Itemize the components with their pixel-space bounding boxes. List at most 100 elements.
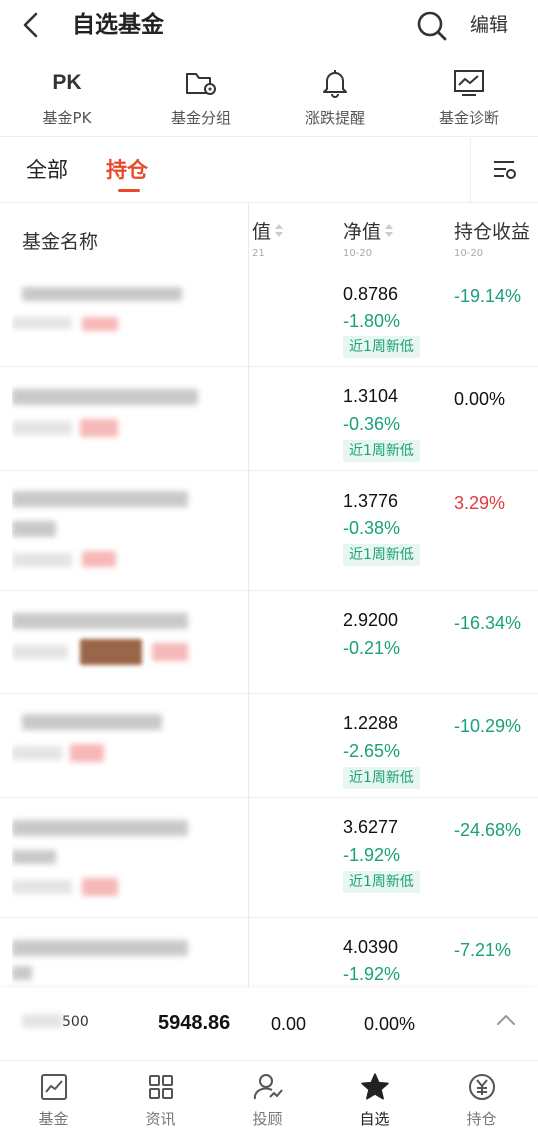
page-title: 自选基金: [72, 12, 164, 38]
nav-holdings[interactable]: 持仓: [428, 1061, 535, 1134]
sort-icon: [385, 223, 394, 238]
column-header-profit-label: 持仓收益: [454, 221, 531, 243]
column-header-profit-date: 10-20: [454, 248, 484, 259]
yen-icon: [468, 1074, 495, 1100]
grid-icon: [148, 1075, 173, 1099]
folder-settings-icon: [184, 68, 218, 98]
fund-name-redacted: [12, 798, 212, 917]
table-row[interactable]: 2.9200 -0.21% -16.34%: [0, 591, 538, 694]
chart-line-icon: [40, 1074, 67, 1100]
nav-change: -2.65%: [343, 741, 401, 761]
search-icon: [417, 11, 447, 41]
new-low-badge: 近1周新低: [343, 336, 420, 358]
holding-profit: -10.29%: [454, 716, 522, 736]
nav-change: -1.92%: [343, 845, 401, 865]
bell-icon: [318, 68, 352, 98]
nav-fund-label: 基金: [38, 1110, 69, 1128]
fund-name-redacted: [12, 591, 212, 693]
collapse-button[interactable]: [490, 1004, 522, 1036]
holding-profit: 0.00%: [454, 389, 506, 409]
nav-change: -1.92%: [343, 964, 401, 984]
nav-value: 1.3776: [343, 491, 399, 511]
column-header-partial[interactable]: 值 21: [252, 219, 284, 261]
fund-name-redacted: [12, 277, 212, 366]
nav-watchlist[interactable]: 自选: [321, 1061, 428, 1134]
fund-pk-button[interactable]: PK 基金PK: [0, 60, 134, 136]
table-row[interactable]: 4.0390 -1.92% -7.21%: [0, 918, 538, 988]
tab-holdings[interactable]: 持仓: [106, 156, 148, 184]
fund-diagnosis-label: 基金诊断: [438, 109, 499, 127]
nav-holdings-label: 持仓: [466, 1110, 497, 1128]
fund-name-redacted: [12, 694, 212, 797]
column-header-nav-date: 10-20: [343, 248, 373, 259]
summary-label-redacted: [22, 1014, 62, 1028]
nav-advisor-label: 投顾: [252, 1110, 283, 1128]
summary-label: 500: [22, 1014, 89, 1030]
nav-change: -0.38%: [343, 518, 401, 538]
table-row[interactable]: 0.8786 -1.80% 近1周新低 -19.14%: [0, 277, 538, 367]
chart-diagnosis-icon: [452, 68, 486, 98]
nav-news[interactable]: 资讯: [107, 1061, 214, 1134]
bottom-navigation: 基金 资讯 投顾 自选 持仓: [0, 1060, 538, 1134]
nav-change: -0.21%: [343, 638, 401, 658]
nav-change: -1.80%: [343, 311, 401, 331]
fund-group-button[interactable]: 基金分组: [134, 60, 268, 136]
nav-value: 3.6277: [343, 817, 399, 837]
summary-profit: 0.00: [271, 1014, 307, 1034]
column-header-nav[interactable]: 净值 10-20: [343, 219, 394, 261]
new-low-badge: 近1周新低: [343, 440, 420, 462]
nav-value: 4.0390: [343, 937, 399, 957]
fund-group-label: 基金分组: [170, 109, 231, 127]
table-row[interactable]: 1.3776 -0.38% 近1周新低 3.29%: [0, 471, 538, 591]
active-tab-indicator: [118, 189, 140, 192]
holding-profit: -7.21%: [454, 940, 512, 960]
column-header-name: 基金名称: [22, 231, 99, 253]
fund-pk-label: 基金PK: [42, 109, 92, 127]
nav-value: 1.3104: [343, 386, 399, 406]
table-row[interactable]: 1.3104 -0.36% 近1周新低 0.00%: [0, 367, 538, 471]
column-header-partial-label: 值: [252, 221, 272, 243]
tab-all[interactable]: 全部: [26, 156, 68, 184]
sort-icon: [275, 223, 284, 238]
nav-value: 2.9200: [343, 610, 399, 630]
summary-rate: 0.00%: [364, 1014, 416, 1034]
tab-bar: 全部 持仓: [0, 138, 538, 202]
chevron-up-icon: [497, 1015, 515, 1025]
divider: [0, 136, 538, 137]
advisor-icon: [253, 1074, 283, 1100]
new-low-badge: 近1周新低: [343, 544, 420, 566]
nav-change: -0.36%: [343, 414, 401, 434]
holding-profit: -24.68%: [454, 820, 522, 840]
nav-watchlist-label: 自选: [359, 1110, 390, 1128]
holding-profit: 3.29%: [454, 493, 506, 513]
nav-value: 1.2288: [343, 713, 399, 733]
tool-bar: PK 基金PK 基金分组 涨跌提醒 基金诊断: [0, 60, 538, 136]
fund-diagnosis-button[interactable]: 基金诊断: [402, 60, 536, 136]
edit-button[interactable]: 编辑: [470, 12, 508, 38]
column-settings-icon: [493, 161, 516, 179]
column-header-profit[interactable]: 持仓收益 10-20: [454, 219, 530, 261]
column-header-partial-date: 21: [252, 248, 265, 259]
table-row[interactable]: 1.2288 -2.65% 近1周新低 -10.29%: [0, 694, 538, 798]
new-low-badge: 近1周新低: [343, 871, 420, 893]
back-arrow-icon: [23, 12, 38, 38]
nav-advisor[interactable]: 投顾: [214, 1061, 321, 1134]
table-row[interactable]: 3.6277 -1.92% 近1周新低 -24.68%: [0, 798, 538, 918]
app-header: 自选基金 编辑: [0, 0, 538, 50]
search-button[interactable]: [412, 6, 452, 46]
nav-news-label: 资讯: [145, 1110, 176, 1128]
price-alert-button[interactable]: 涨跌提醒: [268, 60, 402, 136]
fund-name-redacted: [12, 918, 212, 988]
column-settings-button[interactable]: [470, 138, 538, 202]
nav-fund[interactable]: 基金: [0, 1061, 107, 1134]
holding-profit: -16.34%: [454, 613, 522, 633]
pk-icon: PK: [52, 71, 82, 94]
holdings-summary-bar: 500 5948.86 0.00 0.00%: [0, 988, 538, 1060]
star-icon: [360, 1073, 389, 1100]
back-button[interactable]: [14, 8, 50, 44]
summary-amount: 5948.86: [158, 1012, 231, 1034]
new-low-badge: 近1周新低: [343, 767, 420, 789]
fund-name-redacted: [12, 367, 212, 470]
column-header-nav-label: 净值: [343, 221, 382, 243]
table-header: 基金名称 值 21 净值 10-20 持仓收益 10-20: [0, 203, 538, 277]
